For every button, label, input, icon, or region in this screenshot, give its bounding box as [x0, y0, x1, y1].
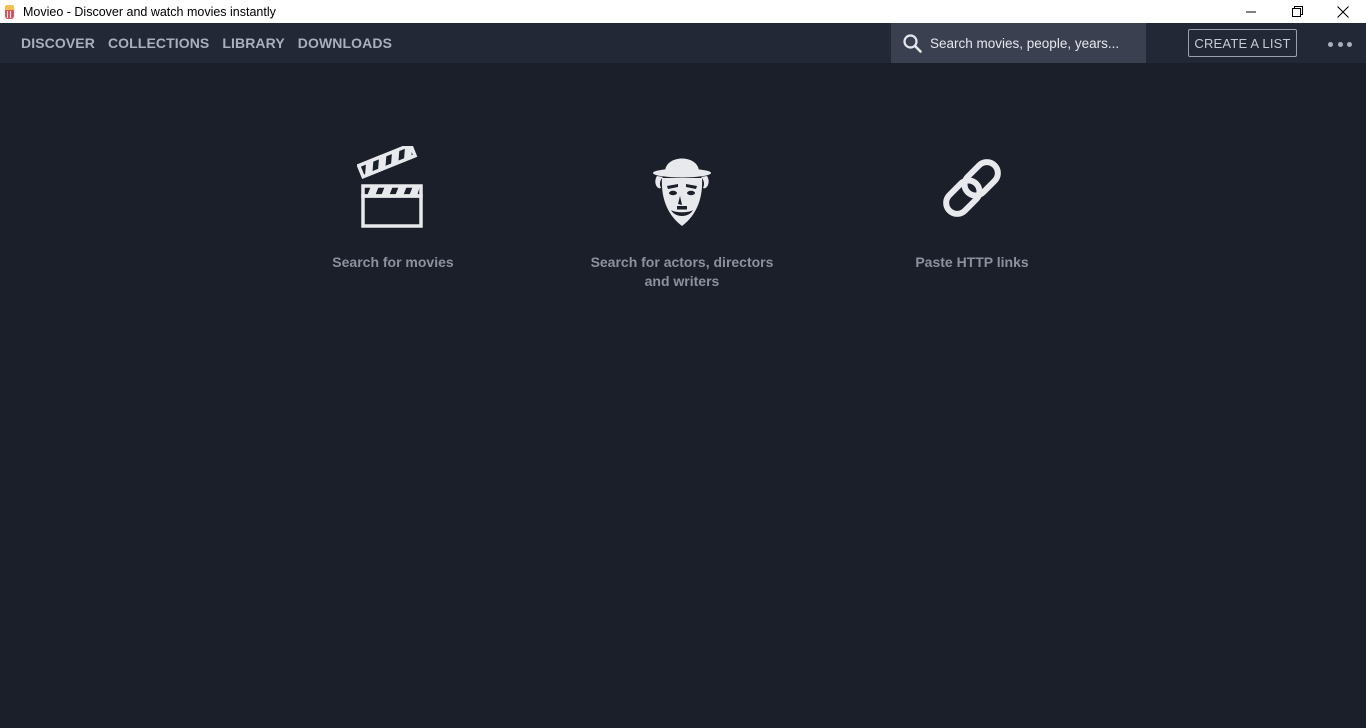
search-box[interactable]	[891, 23, 1146, 63]
nav-discover[interactable]: DISCOVER	[21, 35, 95, 51]
nav-downloads[interactable]: DOWNLOADS	[298, 35, 392, 51]
top-navbar: DISCOVER COLLECTIONS LIBRARY DOWNLOADS C…	[0, 23, 1366, 63]
close-icon	[1337, 5, 1349, 18]
feature-label: Search for actors, directors and writers	[591, 253, 774, 291]
create-list-button[interactable]: CREATE A LIST	[1188, 29, 1297, 57]
search-input[interactable]	[930, 35, 1130, 51]
more-dot	[1328, 41, 1333, 47]
nav-collections[interactable]: COLLECTIONS	[108, 35, 209, 51]
search-icon	[903, 33, 922, 53]
feature-label-line: Search for actors, directors	[590, 254, 774, 270]
minimize-button[interactable]	[1228, 0, 1274, 23]
restore-button[interactable]	[1274, 0, 1320, 23]
feature-label-line: and writers	[644, 273, 720, 289]
window-title: Movieo - Discover and watch movies insta…	[23, 4, 276, 19]
main-nav: DISCOVER COLLECTIONS LIBRARY DOWNLOADS	[21, 23, 405, 63]
feature-search-movies[interactable]: Search for movies	[312, 145, 474, 272]
feature-paste-links[interactable]: Paste HTTP links	[902, 145, 1042, 272]
more-dot	[1337, 41, 1343, 47]
more-dot	[1347, 41, 1352, 47]
restore-icon	[1291, 6, 1303, 17]
feature-label: Paste HTTP links	[915, 254, 1029, 270]
app-logo-icon	[5, 4, 14, 19]
actor-face-icon	[651, 145, 713, 231]
window-titlebar: Movieo - Discover and watch movies insta…	[0, 0, 1366, 23]
feature-label: Search for movies	[332, 254, 454, 270]
nav-library[interactable]: LIBRARY	[222, 35, 284, 51]
window-controls	[1228, 0, 1366, 23]
feature-search-people[interactable]: Search for actors, directors and writers	[582, 145, 782, 291]
clapperboard-icon	[357, 145, 429, 231]
minimize-icon	[1246, 11, 1256, 12]
more-options-button[interactable]	[1328, 37, 1352, 51]
close-button[interactable]	[1320, 0, 1366, 23]
link-icon	[930, 145, 1014, 231]
